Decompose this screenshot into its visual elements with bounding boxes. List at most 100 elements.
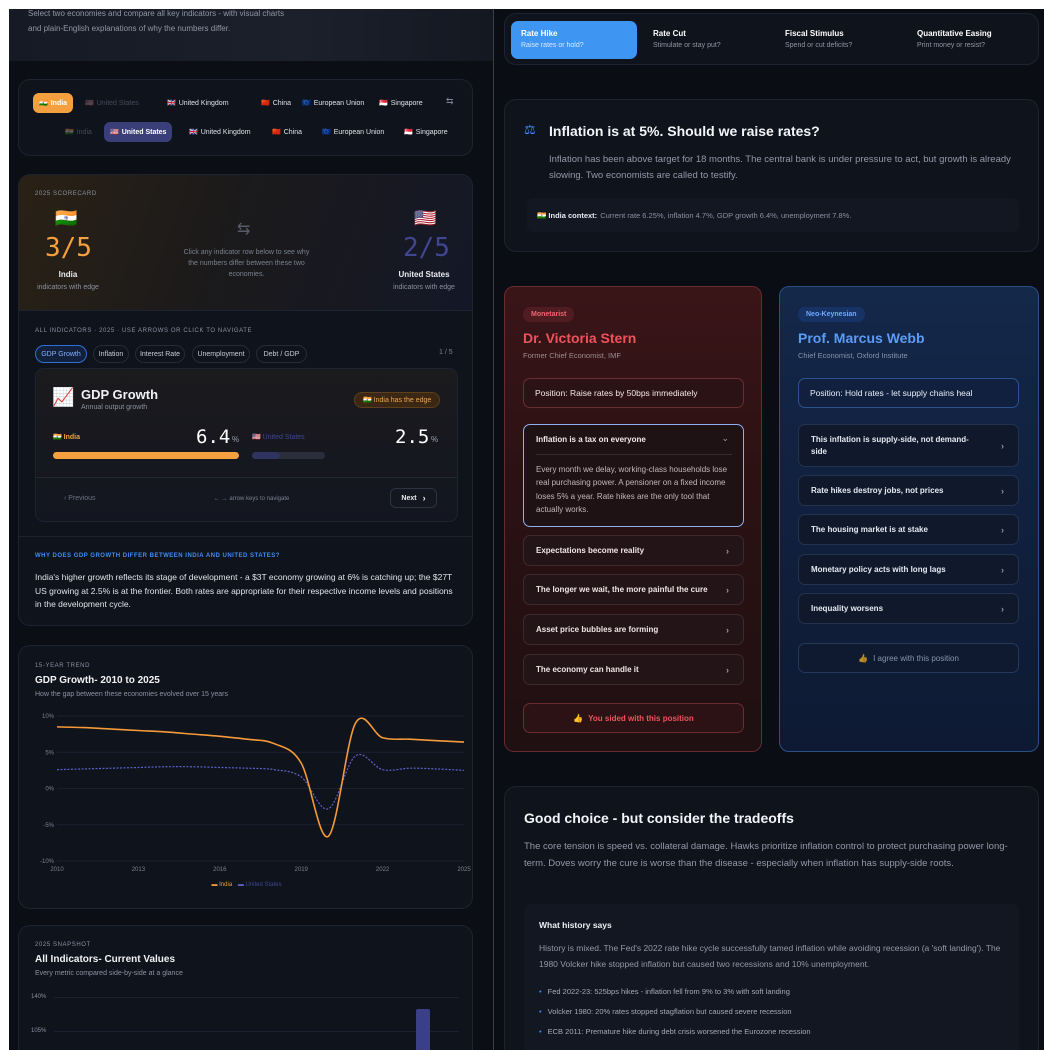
india-unit: % bbox=[232, 435, 240, 444]
sided-button[interactable]: 👍 You sided with this position bbox=[523, 703, 744, 733]
x-tick-label: 2016 bbox=[213, 867, 227, 873]
right-score: 2/5 bbox=[403, 233, 450, 263]
country-tab-india[interactable]: 🇮🇳 India bbox=[59, 122, 98, 142]
bullet-icon: • bbox=[539, 1027, 542, 1036]
country-label: India bbox=[76, 128, 92, 136]
agree-label: I agree with this position bbox=[873, 653, 959, 663]
indicator-tabs: GDP Growth Inflation Interest Rate Unemploy… bbox=[35, 343, 335, 363]
tab-unemployment[interactable]: Unemployment bbox=[192, 345, 250, 363]
policy-mode-tabs: Rate Hike Raise rates or hold? Rate Cut Sti… bbox=[504, 13, 1039, 65]
expanded-argument-title: Inflation is a tax on everyone bbox=[536, 435, 646, 444]
us-value: 2.5 bbox=[395, 426, 430, 448]
hawk-argument[interactable]: Asset price bubbles are forming › bbox=[523, 614, 744, 645]
dove-card: Neo-Keynesian Prof. Marcus Webb Chief Ec… bbox=[779, 286, 1039, 752]
tab-debt-gdp[interactable]: Debt / GDP bbox=[256, 345, 307, 363]
gridline bbox=[54, 1031, 459, 1032]
swap-arrows-icon: ⇆ bbox=[237, 221, 251, 238]
dove-argument[interactable]: Inequality worsens › bbox=[798, 593, 1019, 624]
country-tab-european-union[interactable]: 🇪🇺 European Union bbox=[316, 122, 390, 142]
tab-inflation[interactable]: Inflation bbox=[93, 345, 129, 363]
context-text: Current rate 6.25%, inflation 4.7%, GDP … bbox=[600, 210, 852, 220]
country-label: United States bbox=[121, 128, 167, 136]
previous-button[interactable]: ‹ Previous bbox=[64, 495, 96, 502]
selector-row-second: 🇮🇳 India 🇺🇸 United States 🇬🇧 United Kingdom 🇨🇳… bbox=[59, 122, 459, 142]
country-tab-china[interactable]: 🇨🇳 China bbox=[255, 93, 297, 113]
left-score-sub: indicators with edge bbox=[37, 284, 99, 291]
argument-title: Monetary policy acts with long lags bbox=[811, 564, 946, 574]
country-tab-united-kingdom[interactable]: 🇬🇧 United Kingdom bbox=[183, 122, 257, 142]
dove-argument[interactable]: Monetary policy acts with long lags › bbox=[798, 554, 1019, 585]
y-tick-label: 0% bbox=[45, 787, 54, 793]
trend-card: 15-YEAR TREND GDP Growth- 2010 to 2025 H… bbox=[18, 645, 473, 909]
mode-tab-rate-hike[interactable]: Rate Hike Raise rates or hold? bbox=[511, 21, 637, 59]
legend-us: United States bbox=[245, 882, 282, 888]
mode-title: Quantitative Easing bbox=[917, 29, 992, 38]
country-tab-china[interactable]: 🇨🇳 China bbox=[266, 122, 308, 142]
country-tab-european-union[interactable]: 🇪🇺 European Union bbox=[296, 93, 370, 113]
mode-subtitle: Print money or resist? bbox=[917, 42, 986, 49]
thumbs-up-icon: 👍 bbox=[858, 653, 869, 663]
x-tick-label: 2022 bbox=[376, 867, 390, 873]
economy-comparison-pane: Select two economies and compare all key… bbox=[9, 9, 493, 1050]
hawk-argument-expanded[interactable]: Inflation is a tax on everyone ⌄ Every m… bbox=[523, 424, 744, 527]
country-tab-united-kingdom[interactable]: 🇬🇧 United Kingdom bbox=[161, 93, 235, 113]
history-item: • Fed 2022-23: 525bps hikes - inflation f… bbox=[539, 987, 790, 996]
legend-india: India bbox=[219, 882, 233, 888]
nav-hint: ← → arrow keys to navigate bbox=[214, 496, 290, 502]
agree-button[interactable]: 👍 I agree with this position bbox=[798, 643, 1019, 673]
us-flag-icon: 🇺🇸 bbox=[414, 208, 437, 228]
snapshot-subtitle: Every metric compared side-by-side at a … bbox=[35, 970, 183, 977]
dove-badge: Neo-Keynesian bbox=[798, 307, 865, 322]
selector-row-first: 🇮🇳 India 🇺🇸 United States 🇬🇧 United Kingdom 🇨🇳… bbox=[33, 93, 453, 113]
hawk-position: Position: Raise rates by 50bps immediate… bbox=[523, 378, 744, 408]
mode-tab-quantitative-easing[interactable]: Quantitative Easing Print money or resist… bbox=[907, 21, 1033, 59]
snapshot-bar bbox=[416, 1009, 430, 1050]
next-label: Next bbox=[401, 494, 417, 502]
hawk-badge: Monetarist bbox=[523, 307, 575, 322]
india-value: 6.4 bbox=[196, 426, 231, 448]
dove-argument[interactable]: The housing market is at stake › bbox=[798, 514, 1019, 545]
swap-icon[interactable]: ⇆ bbox=[446, 96, 454, 107]
mode-subtitle: Stimulate or stay put? bbox=[653, 42, 721, 49]
country-tab-united-states[interactable]: 🇺🇸 United States bbox=[104, 122, 173, 142]
hawk-argument[interactable]: The economy can handle it › bbox=[523, 654, 744, 685]
tab-interest-rate[interactable]: Interest Rate bbox=[135, 345, 185, 363]
country-tab-india[interactable]: 🇮🇳 India bbox=[33, 93, 74, 113]
chevron-right-icon: › bbox=[1001, 485, 1004, 496]
mode-title: Rate Cut bbox=[653, 29, 686, 38]
argument-title: The housing market is at stake bbox=[811, 524, 928, 534]
indicator-card: 📈 GDP Growth Annual output growth 🇮🇳 Ind… bbox=[35, 368, 458, 522]
us-bar-track bbox=[252, 452, 325, 459]
expanded-argument-body: Every month we delay, working-class hous… bbox=[536, 465, 728, 514]
argument-title: Inequality worsens bbox=[811, 603, 884, 613]
next-button[interactable]: Next › bbox=[390, 488, 437, 508]
mode-tab-fiscal-stimulus[interactable]: Fiscal Stimulus Spend or cut deficits? bbox=[775, 21, 901, 59]
country-tab-singapore[interactable]: 🇸🇬 Singapore bbox=[398, 122, 454, 142]
india-flag-icon: 🇮🇳 bbox=[55, 208, 78, 228]
us-unit: % bbox=[431, 435, 439, 444]
hawk-argument[interactable]: The longer we wait, the more painful the… bbox=[523, 574, 744, 605]
series-line-india bbox=[56, 717, 465, 838]
y-tick-label: -10% bbox=[40, 859, 55, 865]
mode-title: Fiscal Stimulus bbox=[785, 29, 844, 38]
scenario-card: ⚖ Inflation is at 5%. Should we raise ra… bbox=[504, 99, 1039, 252]
intro-line-2: and plain-English explanations of why th… bbox=[28, 24, 231, 33]
chevron-right-icon: › bbox=[1001, 564, 1004, 575]
snapshot-ytick-140: 140% bbox=[31, 994, 47, 1000]
context-box: 🇮🇳 India context: Current rate 6.25%, in… bbox=[527, 198, 1019, 232]
y-tick-label: -5% bbox=[43, 823, 54, 829]
dove-argument[interactable]: This inflation is supply-side, not deman… bbox=[798, 424, 1019, 467]
flag-icon: 🇬🇧 bbox=[189, 129, 198, 136]
dove-argument[interactable]: Rate hikes destroy jobs, not prices › bbox=[798, 475, 1019, 506]
mode-subtitle: Spend or cut deficits? bbox=[785, 42, 853, 49]
tab-gdp-growth[interactable]: GDP Growth bbox=[35, 345, 87, 363]
country-tab-united-states[interactable]: 🇺🇸 United States bbox=[79, 93, 145, 113]
country-label: European Union bbox=[333, 128, 385, 136]
country-tab-singapore[interactable]: 🇸🇬 Singapore bbox=[373, 93, 429, 113]
flag-icon: 🇺🇸 bbox=[110, 129, 119, 136]
mode-tab-rate-cut[interactable]: Rate Cut Stimulate or stay put? bbox=[643, 21, 769, 59]
country-label: China bbox=[283, 128, 303, 136]
indicator-subtitle: Annual output growth bbox=[81, 404, 148, 411]
verdict-body: The core tension is speed vs. collateral… bbox=[524, 841, 1008, 869]
hawk-argument[interactable]: Expectations become reality › bbox=[523, 535, 744, 566]
